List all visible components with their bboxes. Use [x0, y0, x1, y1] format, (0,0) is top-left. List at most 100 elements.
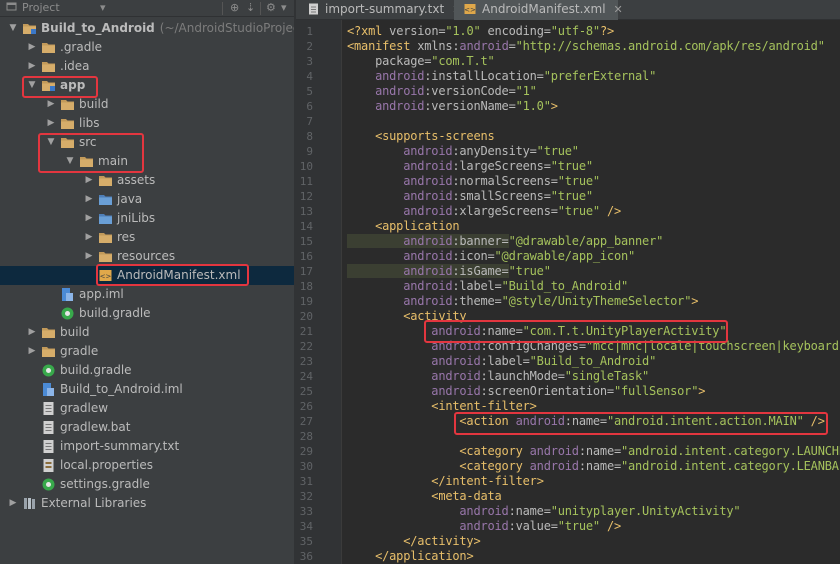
collapse-arrow-icon[interactable]: ▶	[84, 247, 94, 266]
code-line[interactable]: android:anyDensity="true"	[347, 144, 579, 159]
tree-item-build-gradle[interactable]: build.gradle	[0, 304, 294, 323]
sync-icon[interactable]: ⊕	[230, 0, 239, 17]
code-line[interactable]: android:launchMode="singleTask"	[347, 369, 649, 384]
code-line[interactable]: <category android:name="android.intent.c…	[347, 444, 840, 459]
code-token-val: "true"	[557, 204, 607, 218]
code-line[interactable]: package="com.T.t"	[347, 54, 495, 69]
tree-item-assets[interactable]: ▶ assets	[0, 171, 294, 190]
code-token-ns: android	[347, 69, 425, 83]
collapse-arrow-icon[interactable]: ▶	[84, 209, 94, 228]
code-token-punct: >	[473, 534, 481, 548]
code-line[interactable]: <category android:name="android.intent.c…	[347, 459, 839, 474]
code-line[interactable]: android:versionName="1.0">	[347, 99, 558, 114]
code-line[interactable]: android:banner="@drawable/app_banner"	[347, 234, 663, 249]
code-token-attr: :isGame=	[452, 264, 509, 278]
tree-item-gradle[interactable]: ▶ gradle	[0, 342, 294, 361]
tree-item-gradlew[interactable]: gradlew	[0, 399, 294, 418]
code-line[interactable]: </activity>	[347, 534, 480, 549]
collapse-arrow-icon[interactable]: ▶	[8, 494, 18, 513]
code-token-ns: android	[347, 369, 481, 383]
code-line[interactable]: <manifest xmlns:android="http://schemas.…	[347, 39, 825, 54]
code-token-ns: android	[347, 84, 425, 98]
collapse-arrow-icon[interactable]: ▶	[27, 38, 37, 57]
folder-icon	[98, 173, 113, 188]
code-token-attr: :label=	[480, 354, 530, 368]
project-view-icon[interactable]	[6, 0, 17, 17]
code-line[interactable]: android:largeScreens="true"	[347, 159, 593, 174]
tree-item-idea[interactable]: ▶ .idea	[0, 57, 294, 76]
hide-panel-icon[interactable]: ▾	[281, 0, 287, 17]
code-token-val: "1.0"	[515, 99, 551, 113]
code-line[interactable]: android:label="Build_to_Android"	[347, 354, 656, 369]
expand-arrow-icon[interactable]: ▼	[8, 19, 18, 38]
close-icon[interactable]: ✕	[614, 3, 623, 16]
tree-item-label: External Libraries	[41, 496, 147, 510]
code-token-attr: :name=	[508, 504, 551, 518]
code-line[interactable]: android:smallScreens="true"	[347, 189, 593, 204]
tree-item-build[interactable]: ▶ build	[0, 323, 294, 342]
line-number: 27	[299, 415, 313, 428]
collapse-arrow-icon[interactable]: ▶	[27, 342, 37, 361]
tree-item-external-libraries[interactable]: ▶ External Libraries	[0, 494, 294, 513]
code-line[interactable]: android:isGame="true"	[347, 264, 551, 279]
code-line[interactable]: android:theme="@style/UnityThemeSelector…	[347, 294, 698, 309]
tree-item-build-to-android[interactable]: ▼ Build_to_Android (~/AndroidStudioProject	[0, 19, 294, 38]
line-number: 16	[299, 250, 313, 263]
line-number: 22	[299, 340, 313, 353]
code-token-val: "Build_to_Android"	[501, 279, 629, 293]
code-line[interactable]: android:installLocation="preferExternal"	[347, 69, 656, 84]
tree-item-settings-gradle[interactable]: settings.gradle	[0, 475, 294, 494]
tree-item-jnilibs[interactable]: ▶ jniLibs	[0, 209, 294, 228]
code-token-punct: <	[347, 399, 439, 413]
code-line[interactable]: <?xml version="1.0" encoding="utf-8"?>	[347, 24, 614, 39]
code-line[interactable]: android:versionCode="1"	[347, 84, 537, 99]
line-number: 28	[299, 430, 313, 443]
tree-item-res[interactable]: ▶ res	[0, 228, 294, 247]
code-token-punct: <	[347, 129, 383, 143]
tab-import-summary[interactable]: import-summary.txt✕	[300, 0, 461, 20]
code-line[interactable]: android:icon="@drawable/app_icon"	[347, 249, 635, 264]
project-view-selector[interactable]: Project	[22, 0, 60, 17]
tree-item-libs[interactable]: ▶ libs	[0, 114, 294, 133]
tree-item-java[interactable]: ▶ java	[0, 190, 294, 209]
collapse-arrow-icon[interactable]: ▶	[84, 228, 94, 247]
collapse-arrow-icon[interactable]: ▶	[84, 190, 94, 209]
code-line[interactable]: </application>	[347, 549, 474, 564]
tree-item-build-gradle[interactable]: build.gradle	[0, 361, 294, 380]
code-line[interactable]: android:xlargeScreens="true" />	[347, 204, 621, 219]
code-line[interactable]: <meta-data	[347, 489, 501, 504]
collapse-arrow-icon[interactable]: ▶	[84, 171, 94, 190]
collapse-icon[interactable]: ⇣	[246, 0, 255, 17]
collapse-arrow-icon[interactable]: ▶	[27, 323, 37, 342]
code-line[interactable]: </intent-filter>	[347, 474, 544, 489]
tree-item-app-iml[interactable]: app.iml	[0, 285, 294, 304]
gear-icon[interactable]: ⚙	[266, 0, 276, 17]
code-token-attr: :value=	[508, 519, 558, 533]
code-token-tag: category	[466, 459, 530, 473]
code-line[interactable]: <application	[347, 219, 460, 234]
code-token-ns: android	[347, 249, 453, 263]
code-line[interactable]: <supports-screens	[347, 129, 495, 144]
line-number: 32	[299, 490, 313, 503]
code-token-ns: android	[347, 354, 481, 368]
code-line[interactable]: android:label="Build_to_Android"	[347, 279, 628, 294]
code-line[interactable]: android:normalScreens="true"	[347, 174, 600, 189]
code-line[interactable]: android:name="unityplayer.UnityActivity"	[347, 504, 740, 519]
tree-item-import-summary-txt[interactable]: import-summary.txt	[0, 437, 294, 456]
tree-item-gradle[interactable]: ▶ .gradle	[0, 38, 294, 57]
code-line[interactable]: android:value="true" />	[347, 519, 621, 534]
tree-item-text: Build_to_Android (~/AndroidStudioProject	[41, 19, 294, 38]
tree-item-build-to-android-iml[interactable]: Build_to_Android.iml	[0, 380, 294, 399]
tree-item-local-properties[interactable]: local.properties	[0, 456, 294, 475]
code-token-ns: android	[347, 174, 453, 188]
tree-item-gradlew-bat[interactable]: gradlew.bat	[0, 418, 294, 437]
folder-icon	[60, 97, 75, 112]
highlight-box-manifest-file	[96, 264, 249, 286]
collapse-arrow-icon[interactable]: ▶	[46, 114, 56, 133]
code-token-attr: encoding=	[487, 24, 551, 38]
code-token-attr: :xlargeScreens=	[452, 204, 558, 218]
tab-android-manifest[interactable]: <> AndroidManifest.xml ✕	[454, 0, 623, 20]
code-line[interactable]: android:screenOrientation="fullSensor">	[347, 384, 705, 399]
collapse-arrow-icon[interactable]: ▶	[27, 57, 37, 76]
view-dropdown-icon[interactable]: ▾	[100, 0, 106, 17]
